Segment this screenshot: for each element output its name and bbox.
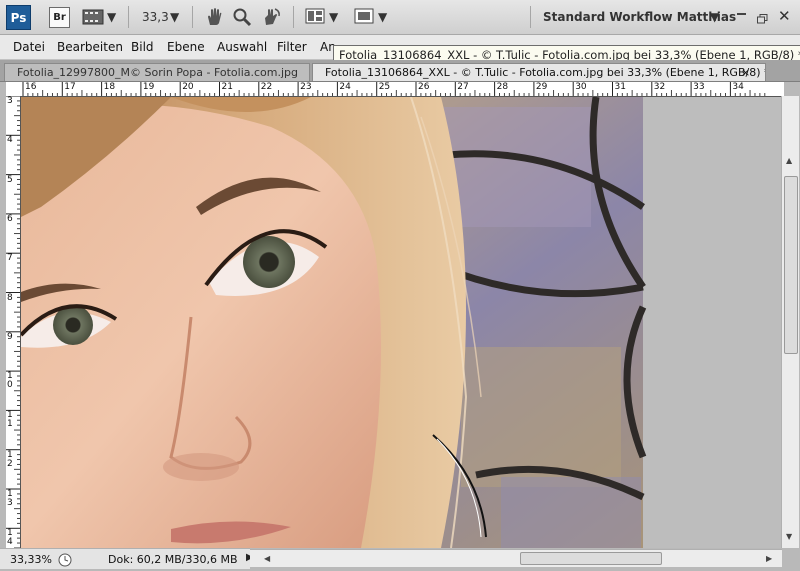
tab-label: Fotolia_12997800_M© Sorin Popa - Fotolia… — [17, 66, 299, 79]
ruler-top-label: 23 — [300, 82, 312, 92]
ruler-vertical[interactable]: 3 4 5 6 7 8 9 1 0 1 1 1 2 1 3 1 4 — [6, 96, 21, 548]
menu-bild[interactable]: Bild — [131, 40, 154, 54]
ruler-left-label: 9 — [7, 331, 13, 342]
ruler-horizontal[interactable]: 16 17 18 19 20 21 22 23 24 25 26 27 28 29 30 31 32 33 34 — [6, 82, 784, 97]
vertical-scroll-thumb[interactable] — [784, 176, 798, 354]
photo-image — [21, 97, 647, 548]
ruler-top-label: 21 — [221, 82, 233, 92]
menu-ebene[interactable]: Ebene — [167, 40, 205, 54]
ruler-left-label: 1 1 — [7, 410, 13, 430]
close-icon[interactable]: ✕ — [778, 7, 791, 25]
ruler-left-label: 3 — [7, 96, 13, 106]
arrange-dropdown-icon[interactable]: ▼ — [329, 10, 338, 24]
zoom-readout[interactable]: 33,33% — [10, 553, 52, 566]
scroll-down-icon[interactable]: ▼ — [786, 532, 792, 541]
ruler-top-label: 16 — [25, 82, 37, 92]
clock-icon — [58, 552, 72, 571]
document-canvas[interactable] — [21, 97, 784, 548]
ruler-top-label: 30 — [575, 82, 587, 92]
ruler-top-label: 26 — [418, 82, 430, 92]
ruler-top-label: 24 — [339, 82, 351, 92]
document-tab-bar: Fotolia_12997800_M© Sorin Popa - Fotolia… — [0, 60, 800, 82]
hand-icon[interactable] — [204, 7, 224, 31]
ruler-top-label: 29 — [535, 82, 548, 92]
ruler-top-label: 25 — [378, 82, 391, 92]
tab-document-2[interactable]: Fotolia_13106864_XXL - © T.Tulic - Fotol… — [312, 63, 766, 81]
status-bar: 33,33% Dok: 60,2 MB/330,6 MB ▶ — [0, 548, 254, 571]
document-size: Dok: 60,2 MB/330,6 MB — [108, 553, 238, 566]
screen-mode-icon[interactable] — [354, 8, 374, 28]
ruler-top-label: 19 — [142, 82, 155, 92]
ruler-top-label: 32 — [653, 82, 666, 92]
film-icon[interactable] — [82, 9, 104, 29]
ruler-top-label: 31 — [614, 82, 626, 92]
tab-document-1[interactable]: Fotolia_12997800_M© Sorin Popa - Fotolia… — [4, 63, 310, 81]
restore-icon[interactable] — [757, 9, 768, 28]
ruler-left-label: 1 2 — [7, 449, 13, 469]
menu-auswahl[interactable]: Auswahl — [217, 40, 267, 54]
ruler-top-label: 20 — [182, 82, 194, 92]
menu-filter[interactable]: Filter — [277, 40, 307, 54]
bridge-launch-button[interactable]: Br — [49, 7, 70, 28]
tab-label: Fotolia_13106864_XXL - © T.Tulic - Fotol… — [325, 66, 766, 79]
scroll-left-icon[interactable]: ◀ — [264, 554, 270, 563]
ruler-left-label: 6 — [7, 213, 13, 224]
ruler-left-label: 1 4 — [7, 528, 13, 548]
zoom-dropdown-icon[interactable]: ▼ — [170, 10, 179, 24]
ruler-top-label: 28 — [496, 82, 509, 92]
menu-bearbeiten[interactable]: Bearbeiten — [57, 40, 123, 54]
ruler-left-label: 7 — [7, 253, 13, 264]
tab-close-icon[interactable]: × — [741, 64, 750, 81]
photoshop-logo[interactable]: Ps — [6, 5, 31, 30]
menu-datei[interactable]: Datei — [13, 40, 45, 54]
ruler-left-label: 1 3 — [7, 489, 13, 508]
workspace-switcher[interactable]: Standard Workflow Matthias — [543, 10, 736, 24]
ruler-top-label: 33 — [693, 82, 705, 92]
zoom-level-field[interactable]: 33,3 — [142, 10, 169, 24]
ruler-top-label: 22 — [260, 82, 273, 92]
horizontal-scroll-thumb[interactable] — [520, 552, 662, 565]
workspace-dropdown-icon[interactable]: ▼ — [710, 10, 719, 24]
ruler-left-label: 5 — [7, 174, 13, 185]
horizontal-scrollbar[interactable]: ◀ ▶ — [250, 549, 782, 567]
minimize-icon[interactable] — [737, 13, 746, 15]
chevron-down-icon[interactable]: ▼ — [107, 10, 116, 24]
ruler-left-label: 8 — [7, 292, 13, 303]
rotate-view-icon[interactable] — [260, 7, 282, 31]
ruler-top-label: 18 — [103, 82, 116, 92]
ruler-top-label: 34 — [732, 82, 744, 92]
ruler-left-label: 1 0 — [7, 371, 13, 391]
vertical-scrollbar[interactable]: ▲ ▼ — [781, 96, 799, 548]
ruler-top-label: 27 — [457, 82, 469, 92]
scroll-up-icon[interactable]: ▲ — [786, 156, 792, 165]
zoom-icon[interactable] — [232, 7, 252, 31]
screen-mode-dropdown-icon[interactable]: ▼ — [378, 10, 387, 24]
ruler-top-label: 17 — [64, 82, 76, 92]
application-bar: Ps Br ▼ 33,3 ▼ ▼ ▼ Standard Workflow Mat… — [0, 0, 800, 35]
scroll-right-icon[interactable]: ▶ — [766, 554, 772, 563]
arrange-docs-icon[interactable] — [305, 8, 325, 28]
ruler-left-label: 4 — [7, 135, 13, 146]
